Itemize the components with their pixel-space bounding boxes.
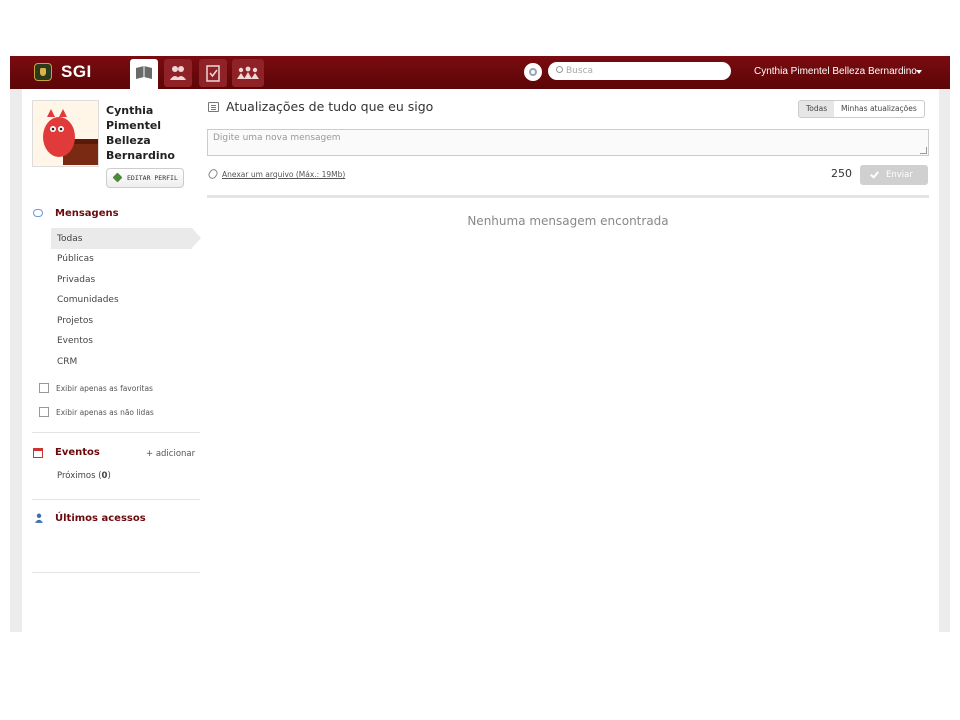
user-menu[interactable]: Cynthia Pimentel Belleza Bernardino: [754, 66, 917, 77]
paperclip-icon: [206, 167, 220, 181]
chevron-down-icon[interactable]: [916, 70, 922, 74]
upcoming-events-link[interactable]: Próximos (0): [57, 471, 111, 481]
character-counter: 250: [831, 167, 852, 180]
logo-icon[interactable]: [34, 63, 52, 81]
add-event-link[interactable]: + adicionar: [146, 449, 195, 459]
recent-access-section-title: Últimos acessos: [55, 513, 146, 524]
calendar-icon: [33, 448, 43, 458]
nav-people-button[interactable]: [232, 59, 264, 87]
upcoming-label: Próximos (: [57, 471, 102, 481]
sidebar-item-crm[interactable]: CRM: [57, 357, 77, 367]
brand-name[interactable]: SGI: [61, 62, 92, 82]
settings-gear-icon[interactable]: [524, 63, 542, 81]
people-icon: [237, 66, 259, 79]
page-title: Atualizações de tudo que eu sigo: [226, 99, 434, 114]
search-icon: [556, 66, 563, 73]
messages-section-title: Mensagens: [55, 208, 119, 219]
sidebar-item-projetos[interactable]: Projetos: [57, 316, 93, 326]
sidebar-item-comunidades[interactable]: Comunidades: [57, 295, 119, 305]
unread-only-label: Exibir apenas as não lidas: [56, 408, 154, 417]
feed-icon: [208, 102, 219, 112]
avatar[interactable]: [32, 100, 99, 167]
resize-handle-icon[interactable]: [920, 147, 927, 154]
feed-separator: [207, 195, 929, 198]
favorites-only-label: Exibir apenas as favoritas: [56, 384, 153, 393]
sidebar-item-privadas[interactable]: Privadas: [57, 275, 95, 285]
divider: [32, 499, 200, 500]
unread-only-checkbox[interactable]: [39, 407, 49, 417]
profile-name[interactable]: Cynthia Pimentel Belleza Bernardino: [106, 103, 196, 163]
groups-icon: [170, 66, 186, 80]
filter-all-button[interactable]: Todas: [798, 100, 836, 118]
top-navigation-bar: SGI Busca Cynthia Pimentel Belleza Berna…: [10, 56, 950, 89]
favorites-only-checkbox[interactable]: [39, 383, 49, 393]
user-icon: [35, 513, 43, 523]
filter-mine-button[interactable]: Minhas atualizações: [834, 100, 925, 118]
attach-file-link[interactable]: Anexar um arquivo (Máx.: 19Mb): [222, 170, 345, 179]
nav-home-button[interactable]: [130, 59, 158, 89]
events-section-title: Eventos: [55, 447, 100, 458]
divider: [32, 432, 200, 433]
empty-state-message: Nenhuma mensagem encontrada: [467, 214, 669, 228]
upcoming-close: ): [107, 471, 111, 481]
sidebar-item-todas[interactable]: Todas: [57, 234, 82, 244]
active-menu-arrow: [192, 228, 201, 248]
divider: [32, 572, 200, 573]
avatar-image: [33, 101, 98, 166]
content-panel: Cynthia Pimentel Belleza Bernardino EDIT…: [22, 89, 939, 632]
nav-tasks-button[interactable]: [199, 59, 227, 87]
search-input[interactable]: [548, 62, 731, 80]
tasks-icon: [206, 65, 220, 82]
new-message-input[interactable]: [207, 129, 929, 156]
book-icon: [136, 66, 152, 79]
nav-groups-button[interactable]: [164, 59, 192, 87]
speech-bubble-icon: [33, 209, 43, 217]
app-window: SGI Busca Cynthia Pimentel Belleza Berna…: [10, 56, 950, 632]
sidebar-item-eventos[interactable]: Eventos: [57, 336, 93, 346]
sidebar-item-publicas[interactable]: Públicas: [57, 254, 94, 264]
